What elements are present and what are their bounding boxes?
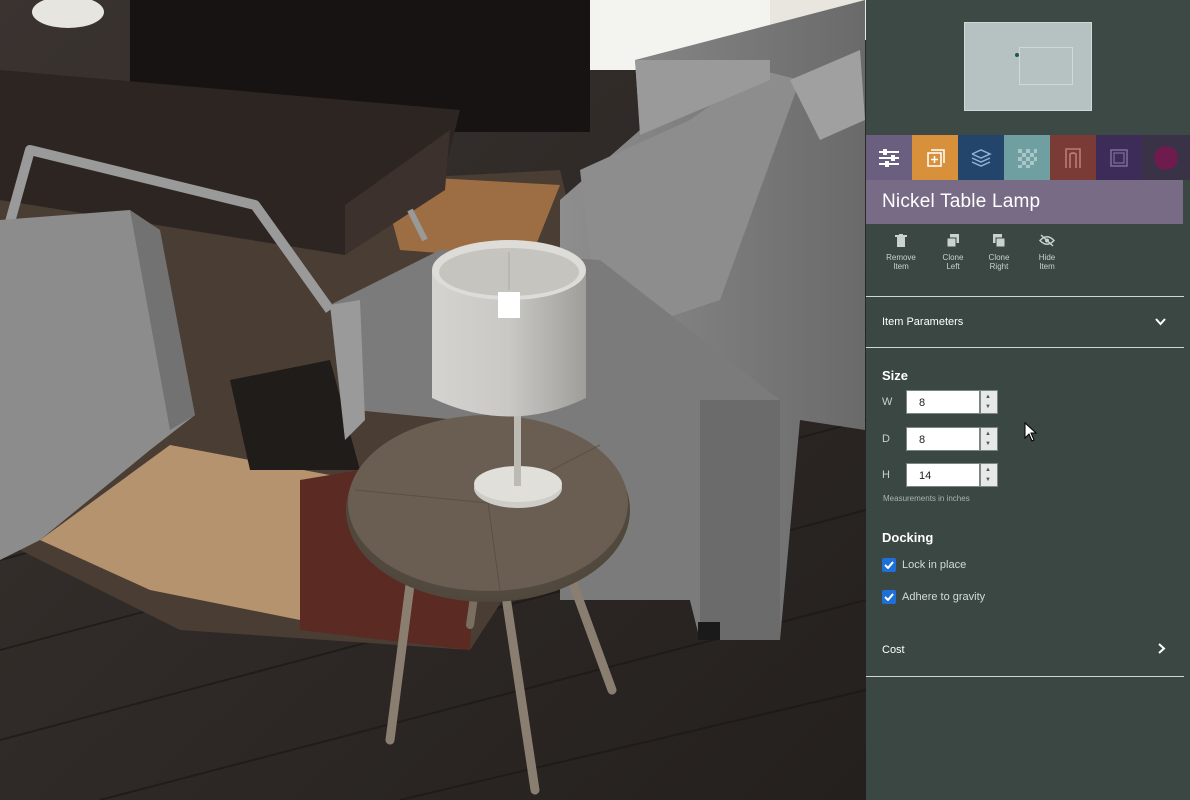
- 3d-scene-viewport[interactable]: [0, 0, 866, 800]
- size-section-title: Size: [882, 368, 909, 383]
- circle-icon: [1153, 145, 1179, 171]
- cost-accordion[interactable]: Cost: [866, 627, 1184, 673]
- height-label: H: [882, 469, 890, 481]
- adhere-to-gravity-row[interactable]: Adhere to gravity: [882, 588, 985, 606]
- tab-settings[interactable]: [866, 135, 912, 180]
- docking-section-title: Docking: [882, 530, 934, 545]
- trash-icon: [876, 234, 926, 249]
- adhere-to-gravity-label: Adhere to gravity: [902, 591, 986, 603]
- hide-item-label-1: Hide: [1038, 253, 1056, 262]
- width-row: W 8 ▲ ▼: [882, 390, 1012, 416]
- adhere-to-gravity-checkbox[interactable]: [882, 590, 896, 604]
- layers-icon: [970, 148, 992, 168]
- lock-in-place-label: Lock in place: [902, 559, 967, 571]
- tab-colors[interactable]: [1142, 135, 1190, 180]
- minimap[interactable]: [964, 22, 1092, 111]
- depth-stepper[interactable]: ▲ ▼: [980, 427, 998, 451]
- clone-left-label-1: Clone: [942, 253, 964, 262]
- height-row: H 14 ▲ ▼: [882, 463, 1012, 489]
- width-input[interactable]: 8: [906, 390, 980, 414]
- tab-add-object[interactable]: [912, 135, 958, 180]
- texture-pattern-icon: [1016, 147, 1038, 169]
- chevron-down-icon: [1155, 315, 1166, 329]
- properties-panel: Nickel Table Lamp Remove Item Clone Left…: [866, 0, 1190, 800]
- tab-textures[interactable]: [1004, 135, 1050, 180]
- divider: [866, 296, 1184, 297]
- hide-item-button[interactable]: Hide Item: [1022, 234, 1072, 271]
- room-scene: [0, 0, 866, 800]
- item-actions: Remove Item Clone Left Clone Right Hide …: [866, 230, 1186, 280]
- width-label: W: [882, 396, 893, 408]
- tab-frames[interactable]: [1096, 135, 1142, 180]
- tab-layers[interactable]: [958, 135, 1004, 180]
- divider: [866, 347, 1184, 348]
- depth-row: D 8 ▲ ▼: [882, 427, 1012, 453]
- width-stepper[interactable]: ▲ ▼: [980, 390, 998, 414]
- remove-item-label-1: Remove: [886, 253, 916, 262]
- remove-item-button[interactable]: Remove Item: [876, 234, 926, 271]
- depth-label: D: [882, 433, 890, 445]
- measurement-note: Measurements in inches: [883, 494, 970, 503]
- item-title: Nickel Table Lamp: [882, 191, 1041, 212]
- mouse-cursor-icon: [1024, 421, 1038, 447]
- clone-left-label-2: Left: [946, 262, 960, 271]
- clone-left-icon: [928, 234, 978, 249]
- minimap-viewport-frame: [1019, 47, 1073, 85]
- clone-right-label-2: Right: [989, 262, 1009, 271]
- door-icon: [1063, 146, 1083, 170]
- depth-input[interactable]: 8: [906, 427, 980, 451]
- height-stepper[interactable]: ▲ ▼: [980, 463, 998, 487]
- lock-in-place-row[interactable]: Lock in place: [882, 556, 966, 574]
- clone-right-label-1: Clone: [988, 253, 1010, 262]
- divider: [866, 676, 1184, 677]
- clone-right-icon: [974, 234, 1024, 249]
- tab-doors[interactable]: [1050, 135, 1096, 180]
- clone-left-button[interactable]: Clone Left: [928, 234, 978, 271]
- cost-label: Cost: [882, 644, 905, 656]
- eye-slash-icon: [1022, 234, 1072, 249]
- item-parameters-accordion[interactable]: Item Parameters: [866, 299, 1184, 345]
- minimap-area: [866, 0, 1190, 135]
- lock-in-place-checkbox[interactable]: [882, 558, 896, 572]
- height-input[interactable]: 14: [906, 463, 980, 487]
- chevron-right-icon: [1158, 643, 1166, 657]
- panel-tabs: [866, 135, 1190, 180]
- clone-right-button[interactable]: Clone Right: [974, 234, 1024, 271]
- item-header: Nickel Table Lamp: [866, 180, 1183, 224]
- remove-item-label-2: Item: [893, 262, 909, 271]
- hide-item-label-2: Item: [1039, 262, 1055, 271]
- settings-sliders-icon: [877, 148, 901, 168]
- frame-icon: [1109, 148, 1129, 168]
- item-parameters-label: Item Parameters: [882, 316, 964, 328]
- minimap-position-marker: [1015, 53, 1019, 57]
- add-object-icon: [923, 146, 947, 170]
